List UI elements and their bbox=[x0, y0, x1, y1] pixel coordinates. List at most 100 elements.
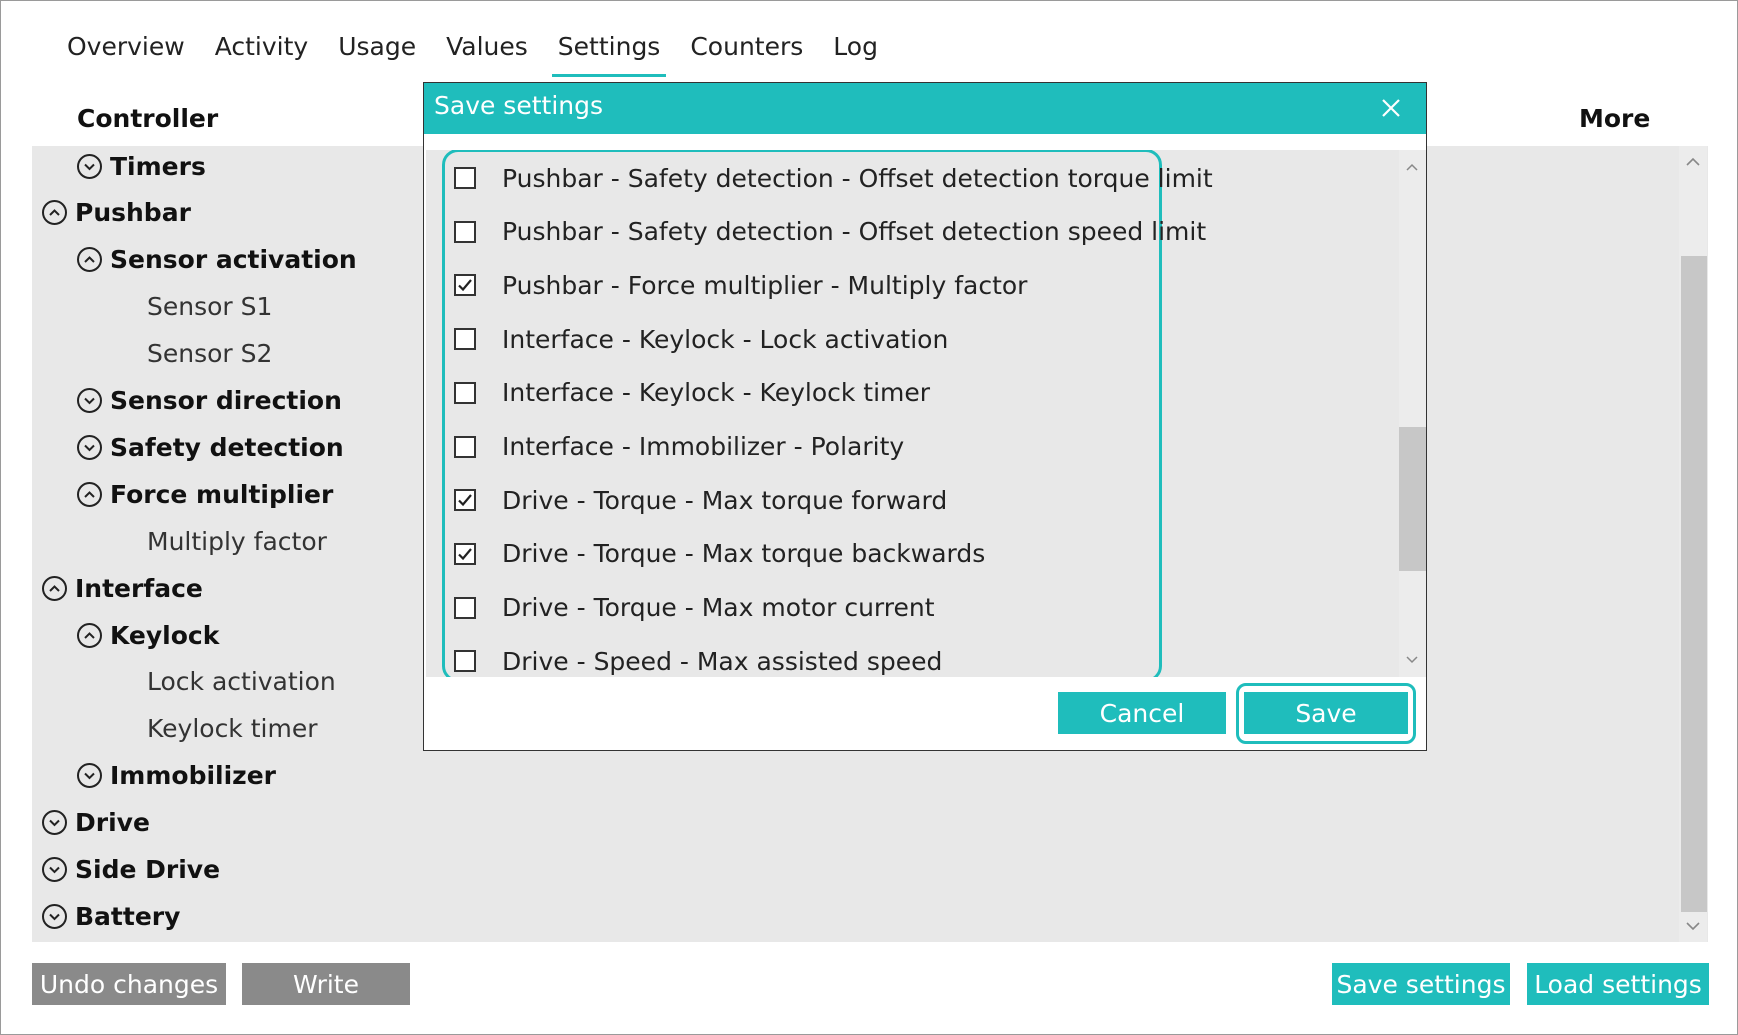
tree-group-force-multiplier[interactable]: Force multiplier bbox=[77, 474, 333, 514]
tree-group-keylock[interactable]: Keylock bbox=[77, 615, 219, 655]
tree-item-label: Keylock timer bbox=[147, 714, 318, 744]
chevron-down-circle-icon[interactable] bbox=[77, 388, 102, 413]
tree-scroll-thumb[interactable] bbox=[1681, 256, 1707, 912]
dialog-scroll-thumb[interactable] bbox=[1399, 427, 1426, 571]
scroll-down-arrow-icon[interactable] bbox=[1685, 918, 1701, 934]
scroll-up-arrow-icon[interactable] bbox=[1685, 154, 1701, 170]
tree-item-label: Safety detection bbox=[110, 432, 344, 462]
tree-group-immobilizer[interactable]: Immobilizer bbox=[77, 756, 276, 796]
tree-leaf-keylock-timer[interactable]: Keylock timer bbox=[147, 709, 318, 749]
tree-leaf-lock-activation[interactable]: Lock activation bbox=[147, 662, 336, 702]
chevron-up-circle-icon[interactable] bbox=[77, 247, 102, 273]
checkbox-unchecked[interactable] bbox=[454, 596, 476, 619]
save-settings-button[interactable]: Save settings bbox=[1332, 963, 1510, 1005]
tree-group-side-drive[interactable]: Side Drive bbox=[42, 850, 220, 890]
checkbox-checked[interactable] bbox=[454, 542, 476, 565]
tree-item-label: Timers bbox=[110, 151, 206, 181]
tree-leaf-multiply-factor[interactable]: Multiply factor bbox=[147, 521, 327, 561]
checkbox-unchecked[interactable] bbox=[454, 328, 476, 351]
tab-usage[interactable]: Usage bbox=[336, 27, 418, 71]
tree-group-battery[interactable]: Battery bbox=[42, 896, 180, 936]
tab-activity[interactable]: Activity bbox=[213, 27, 311, 71]
setting-checkbox-row[interactable]: Interface - Immobilizer - Polarity bbox=[454, 427, 904, 467]
chevron-up-circle-icon[interactable] bbox=[77, 622, 102, 648]
checkbox-unchecked[interactable] bbox=[454, 650, 476, 673]
chevron-down-circle-icon[interactable] bbox=[42, 810, 67, 836]
checkbox-checked[interactable] bbox=[454, 489, 476, 512]
tree-group-safety-detection[interactable]: Safety detection bbox=[77, 427, 344, 467]
save-button[interactable]: Save bbox=[1244, 692, 1408, 734]
setting-label: Pushbar - Safety detection - Offset dete… bbox=[502, 217, 1207, 247]
check-icon bbox=[458, 548, 472, 561]
chevron-down-circle-icon[interactable] bbox=[42, 857, 67, 882]
scroll-down-arrow-icon[interactable] bbox=[1405, 653, 1419, 667]
setting-checkbox-row[interactable]: Interface - Keylock - Lock activation bbox=[454, 319, 948, 359]
column-header-more: More bbox=[1579, 104, 1651, 133]
write-button[interactable]: Write bbox=[242, 963, 410, 1005]
tab-bar: Overview Activity Usage Values Settings … bbox=[65, 27, 906, 77]
setting-label: Drive - Torque - Max motor current bbox=[502, 593, 935, 623]
tree-item-label: Sensor S1 bbox=[147, 292, 273, 322]
chevron-down-circle-icon[interactable] bbox=[77, 434, 102, 460]
tree-group-drive[interactable]: Drive bbox=[42, 803, 150, 843]
tree-item-label: Sensor direction bbox=[110, 386, 342, 415]
tree-group-sensor-activation[interactable]: Sensor activation bbox=[77, 240, 357, 280]
tab-counters[interactable]: Counters bbox=[688, 27, 805, 71]
checkbox-unchecked[interactable] bbox=[454, 220, 476, 243]
tree-leaf-sensor-s1[interactable]: Sensor S1 bbox=[147, 287, 272, 327]
tree-item-label: Side Drive bbox=[75, 855, 221, 884]
tree-item-label: Multiply factor bbox=[147, 526, 327, 556]
setting-checkbox-row[interactable]: Pushbar - Safety detection - Offset dete… bbox=[454, 212, 1206, 252]
tree-item-label: Drive bbox=[75, 808, 150, 838]
tree-item-label: Sensor activation bbox=[110, 245, 357, 275]
setting-label: Drive - Torque - Max torque backwards bbox=[502, 539, 986, 569]
check-icon bbox=[458, 494, 472, 507]
cancel-button[interactable]: Cancel bbox=[1058, 692, 1226, 734]
tree-item-label: Interface bbox=[75, 573, 203, 603]
setting-checkbox-row[interactable]: Drive - Torque - Max torque backwards bbox=[454, 534, 985, 574]
setting-checkbox-row[interactable]: Drive - Speed - Max assisted speed bbox=[454, 641, 942, 677]
checkbox-unchecked[interactable] bbox=[454, 381, 476, 404]
tree-group-timers[interactable]: Timers bbox=[77, 146, 206, 186]
tree-group-sensor-direction[interactable]: Sensor direction bbox=[77, 381, 342, 421]
tree-leaf-sensor-s2[interactable]: Sensor S2 bbox=[147, 334, 272, 374]
dialog-scrollbar[interactable] bbox=[1399, 150, 1426, 677]
dialog-title: Save settings bbox=[434, 91, 604, 120]
tree-item-label: Keylock bbox=[110, 620, 220, 650]
tree-item-label: Pushbar bbox=[75, 198, 191, 228]
tree-group-pushbar[interactable]: Pushbar bbox=[42, 193, 191, 233]
tab-overview[interactable]: Overview bbox=[65, 27, 187, 71]
checkbox-unchecked[interactable] bbox=[454, 435, 476, 458]
checkbox-checked[interactable] bbox=[454, 274, 476, 297]
tree-item-label: Battery bbox=[75, 901, 181, 931]
setting-checkbox-row[interactable]: Drive - Torque - Max torque forward bbox=[454, 480, 947, 520]
tab-values[interactable]: Values bbox=[444, 27, 530, 71]
chevron-up-circle-icon[interactable] bbox=[42, 575, 67, 601]
tab-log[interactable]: Log bbox=[831, 27, 880, 71]
chevron-down-circle-icon[interactable] bbox=[77, 763, 102, 789]
tree-item-label: Immobilizer bbox=[110, 761, 277, 791]
setting-label: Pushbar - Force multiplier - Multiply fa… bbox=[502, 270, 1028, 300]
setting-label: Interface - Immobilizer - Polarity bbox=[502, 432, 905, 461]
close-icon[interactable] bbox=[1380, 97, 1402, 119]
chevron-up-circle-icon[interactable] bbox=[42, 200, 67, 226]
chevron-up-circle-icon[interactable] bbox=[77, 481, 102, 507]
setting-checkbox-row[interactable]: Interface - Keylock - Keylock timer bbox=[454, 373, 930, 413]
tree-group-interface[interactable]: Interface bbox=[42, 568, 203, 608]
chevron-down-circle-icon[interactable] bbox=[77, 153, 102, 179]
load-settings-button[interactable]: Load settings bbox=[1527, 963, 1709, 1005]
chevron-down-circle-icon[interactable] bbox=[42, 903, 67, 929]
undo-changes-button[interactable]: Undo changes bbox=[32, 963, 226, 1005]
setting-checkbox-row[interactable]: Drive - Torque - Max motor current bbox=[454, 588, 935, 628]
setting-label: Drive - Torque - Max torque forward bbox=[502, 485, 948, 515]
tree-scrollbar[interactable] bbox=[1679, 146, 1707, 942]
tree-item-label: Sensor S2 bbox=[147, 339, 273, 369]
tab-settings[interactable]: Settings bbox=[551, 27, 666, 77]
setting-checkbox-row[interactable]: Pushbar - Safety detection - Offset dete… bbox=[454, 158, 1213, 198]
tree-item-label: Force multiplier bbox=[110, 479, 334, 509]
setting-checkbox-row[interactable]: Pushbar - Force multiplier - Multiply fa… bbox=[454, 265, 1027, 305]
setting-label: Drive - Speed - Max assisted speed bbox=[502, 646, 943, 676]
scroll-up-arrow-icon[interactable] bbox=[1405, 160, 1419, 174]
setting-label: Pushbar - Safety detection - Offset dete… bbox=[502, 163, 1213, 193]
checkbox-unchecked[interactable] bbox=[454, 167, 476, 189]
